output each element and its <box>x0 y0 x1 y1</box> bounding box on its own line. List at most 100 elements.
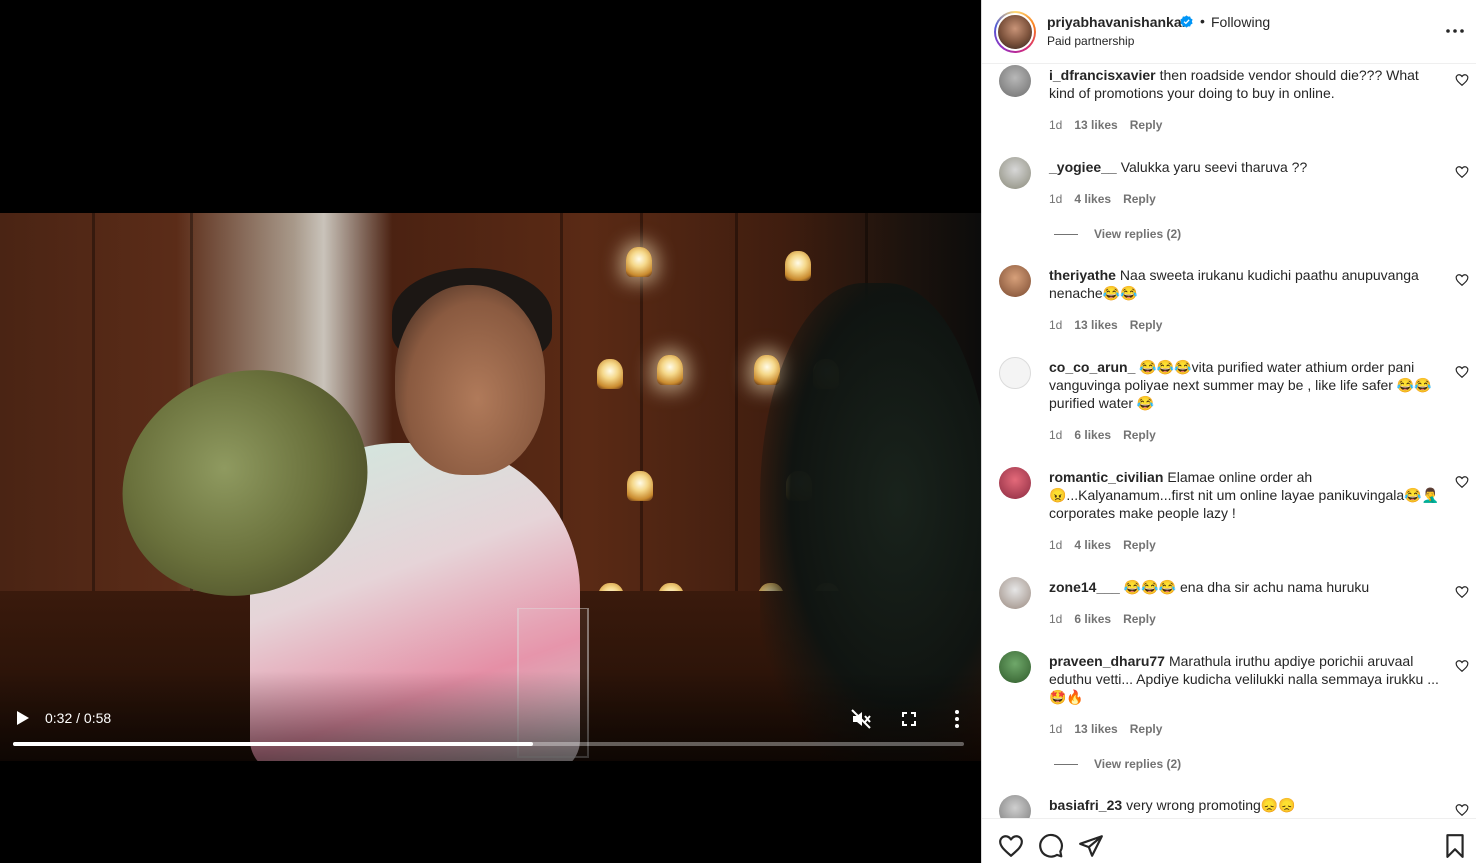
reply-button[interactable]: Reply <box>1123 612 1156 626</box>
heart-icon[interactable] <box>1455 585 1469 599</box>
comment-username[interactable]: theriyathe <box>1049 267 1116 283</box>
comment-message: Valukka yaru seevi tharuva ?? <box>1120 159 1308 175</box>
avatar[interactable] <box>999 65 1031 97</box>
heart-icon[interactable] <box>1455 659 1469 673</box>
comment-username[interactable]: co_co_arun_ <box>1049 359 1135 375</box>
comment-meta: 1d 13 likes Reply <box>1049 118 1174 132</box>
comment-likes[interactable]: 13 likes <box>1074 318 1117 332</box>
comment-meta: 1d 6 likes Reply <box>1049 612 1168 626</box>
comment-username[interactable]: i_dfrancisxavier <box>1049 67 1156 83</box>
comment-text: praveen_dharu77 Marathula iruthu apdiye p… <box>1049 652 1441 706</box>
woman-face <box>395 285 545 475</box>
comment-age: 1d <box>1049 118 1063 132</box>
post-action-bar <box>982 818 1476 863</box>
replies-divider <box>1054 764 1078 766</box>
comment-message: very wrong promoting😞😞 <box>1126 797 1296 813</box>
comment-text: theriyathe Naa sweeta irukanu kudichi paa… <box>1049 266 1441 302</box>
heart-icon <box>999 835 1023 857</box>
bookmark-icon <box>1446 834 1464 858</box>
reply-button[interactable]: Reply <box>1130 118 1163 132</box>
avatar[interactable] <box>999 651 1031 683</box>
share-button[interactable] <box>1078 833 1104 859</box>
avatar-image <box>996 13 1034 51</box>
fullscreen-button[interactable] <box>898 708 920 730</box>
comment-likes[interactable]: 4 likes <box>1074 538 1111 552</box>
comment-likes[interactable]: 13 likes <box>1074 118 1117 132</box>
post-sidebar: priyabhavanishankar • Following Paid par… <box>981 0 1476 863</box>
comment-text: basiafri_23 very wrong promoting😞😞 <box>1049 796 1441 814</box>
video-frame[interactable] <box>0 213 981 761</box>
comment-age: 1d <box>1049 318 1063 332</box>
comment-icon <box>1039 833 1063 858</box>
wall-bell-light <box>627 471 653 501</box>
heart-icon[interactable] <box>1455 165 1469 179</box>
comment-age: 1d <box>1049 538 1063 552</box>
heart-icon[interactable] <box>1455 475 1469 489</box>
comment-button[interactable] <box>1038 833 1064 859</box>
wall-bell-light <box>785 251 811 281</box>
comment-likes[interactable]: 4 likes <box>1074 192 1111 206</box>
progress-bar[interactable] <box>13 742 964 746</box>
more-horizontal-icon[interactable] <box>1444 20 1466 42</box>
avatar[interactable] <box>999 265 1031 297</box>
instagram-post-modal: 0:32 / 0:58 priyabhavanishankar • Follow… <box>0 0 1476 863</box>
comment-text: _yogiee__ Valukka yaru seevi tharuva ?? <box>1049 158 1441 176</box>
comment-username[interactable]: praveen_dharu77 <box>1049 653 1165 669</box>
progress-fill <box>13 742 534 746</box>
comment-username[interactable]: basiafri_23 <box>1049 797 1122 813</box>
mute-button[interactable] <box>850 708 872 730</box>
reply-button[interactable]: Reply <box>1123 192 1156 206</box>
heart-icon[interactable] <box>1455 803 1469 817</box>
video-more-button[interactable] <box>946 708 968 730</box>
heart-icon[interactable] <box>1455 365 1469 379</box>
following-button[interactable]: Following <box>1211 14 1270 30</box>
comment-age: 1d <box>1049 612 1063 626</box>
comment-likes[interactable]: 13 likes <box>1074 722 1117 736</box>
heart-icon[interactable] <box>1455 273 1469 287</box>
comment-username[interactable]: zone14___ <box>1049 579 1120 595</box>
comment-meta: 1d 13 likes Reply <box>1049 318 1174 332</box>
comment-meta: 1d 13 likes Reply <box>1049 722 1174 736</box>
avatar[interactable] <box>999 357 1031 389</box>
comment-text: zone14___ 😂😂😂 ena dha sir achu nama huruk… <box>1049 578 1441 596</box>
comment-text: romantic_civilian Elamae online order ah … <box>1049 468 1441 522</box>
post-header: priyabhavanishankar • Following Paid par… <box>982 0 1476 64</box>
comments-list[interactable]: i_dfrancisxavier then roadside vendor sho… <box>982 65 1476 818</box>
paid-partnership-label[interactable]: Paid partnership <box>1047 34 1134 48</box>
view-replies-button[interactable]: View replies (2) <box>1054 227 1181 241</box>
avatar[interactable] <box>994 11 1036 53</box>
comment-meta: 1d 4 likes Reply <box>1049 192 1168 206</box>
comment-likes[interactable]: 6 likes <box>1074 428 1111 442</box>
save-button[interactable] <box>1442 833 1468 859</box>
video-controls: 0:32 / 0:58 <box>0 700 981 750</box>
post-username[interactable]: priyabhavanishankar <box>1047 14 1187 30</box>
avatar[interactable] <box>999 157 1031 189</box>
comment-age: 1d <box>1049 722 1063 736</box>
comment-meta: 1d 4 likes Reply <box>1049 538 1168 552</box>
wall-bell-light <box>597 359 623 389</box>
comment-username[interactable]: romantic_civilian <box>1049 469 1163 485</box>
view-replies-label: View replies (2) <box>1094 757 1182 771</box>
avatar[interactable] <box>999 467 1031 499</box>
fullscreen-icon <box>902 712 916 726</box>
verified-badge-icon <box>1180 15 1193 28</box>
reply-button[interactable]: Reply <box>1123 428 1156 442</box>
play-button[interactable] <box>12 708 32 728</box>
comment-meta: 1d 6 likes Reply <box>1049 428 1168 442</box>
avatar[interactable] <box>999 577 1031 609</box>
comment-username[interactable]: _yogiee__ <box>1049 159 1117 175</box>
play-icon <box>17 711 29 725</box>
reply-button[interactable]: Reply <box>1130 318 1163 332</box>
comment-likes[interactable]: 6 likes <box>1074 612 1111 626</box>
view-replies-button[interactable]: View replies (2) <box>1054 757 1181 771</box>
comment-text: co_co_arun_ 😂😂😂vita purified water athium… <box>1049 358 1441 412</box>
separator-dot: • <box>1200 13 1205 29</box>
heart-icon[interactable] <box>1455 73 1469 87</box>
video-time: 0:32 / 0:58 <box>45 710 112 726</box>
comment-text: i_dfrancisxavier then roadside vendor sho… <box>1049 66 1441 102</box>
avatar[interactable] <box>999 795 1031 818</box>
reply-button[interactable]: Reply <box>1123 538 1156 552</box>
reply-button[interactable]: Reply <box>1130 722 1163 736</box>
video-player[interactable]: 0:32 / 0:58 <box>0 0 981 863</box>
like-button[interactable] <box>998 833 1024 859</box>
